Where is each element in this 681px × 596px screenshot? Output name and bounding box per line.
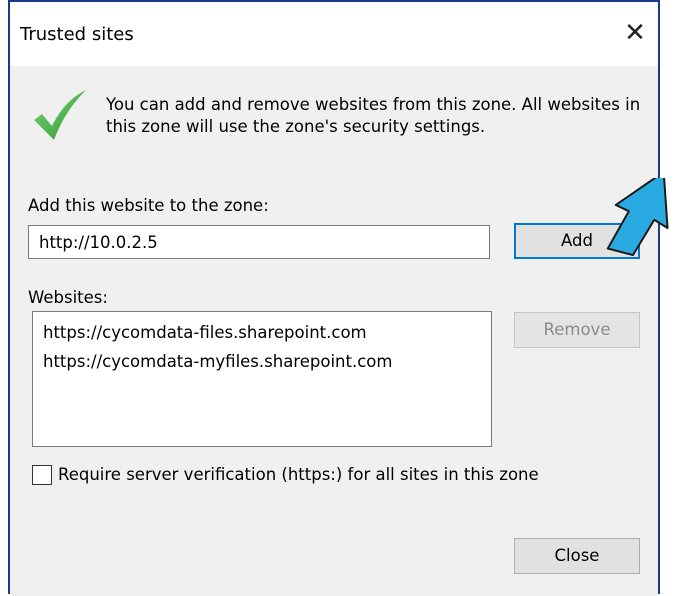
require-verification-label: Require server verification (https:) for… — [58, 465, 539, 484]
dialog-body: You can add and remove websites from thi… — [10, 66, 658, 596]
info-message: You can add and remove websites from thi… — [106, 95, 641, 136]
callout-arrow-icon — [606, 178, 669, 257]
websites-label: Websites: — [28, 288, 108, 307]
list-item[interactable]: https://cycomdata-myfiles.sharepoint.com — [43, 347, 481, 376]
dialog-title: Trusted sites — [20, 24, 134, 45]
trusted-sites-dialog: Trusted sites ✕ You can add and remove w… — [8, 0, 660, 596]
checkmark-icon — [34, 90, 86, 140]
add-website-label: Add this website to the zone: — [28, 196, 269, 215]
title-bar: Trusted sites ✕ — [10, 2, 658, 66]
close-icon[interactable]: ✕ — [622, 18, 648, 48]
close-button[interactable]: Close — [514, 538, 640, 574]
remove-button[interactable]: Remove — [514, 312, 640, 348]
websites-listbox[interactable]: https://cycomdata-files.sharepoint.com h… — [32, 311, 492, 447]
list-item[interactable]: https://cycomdata-files.sharepoint.com — [43, 318, 481, 347]
website-url-input[interactable] — [28, 225, 490, 259]
require-verification-checkbox[interactable] — [32, 465, 52, 485]
